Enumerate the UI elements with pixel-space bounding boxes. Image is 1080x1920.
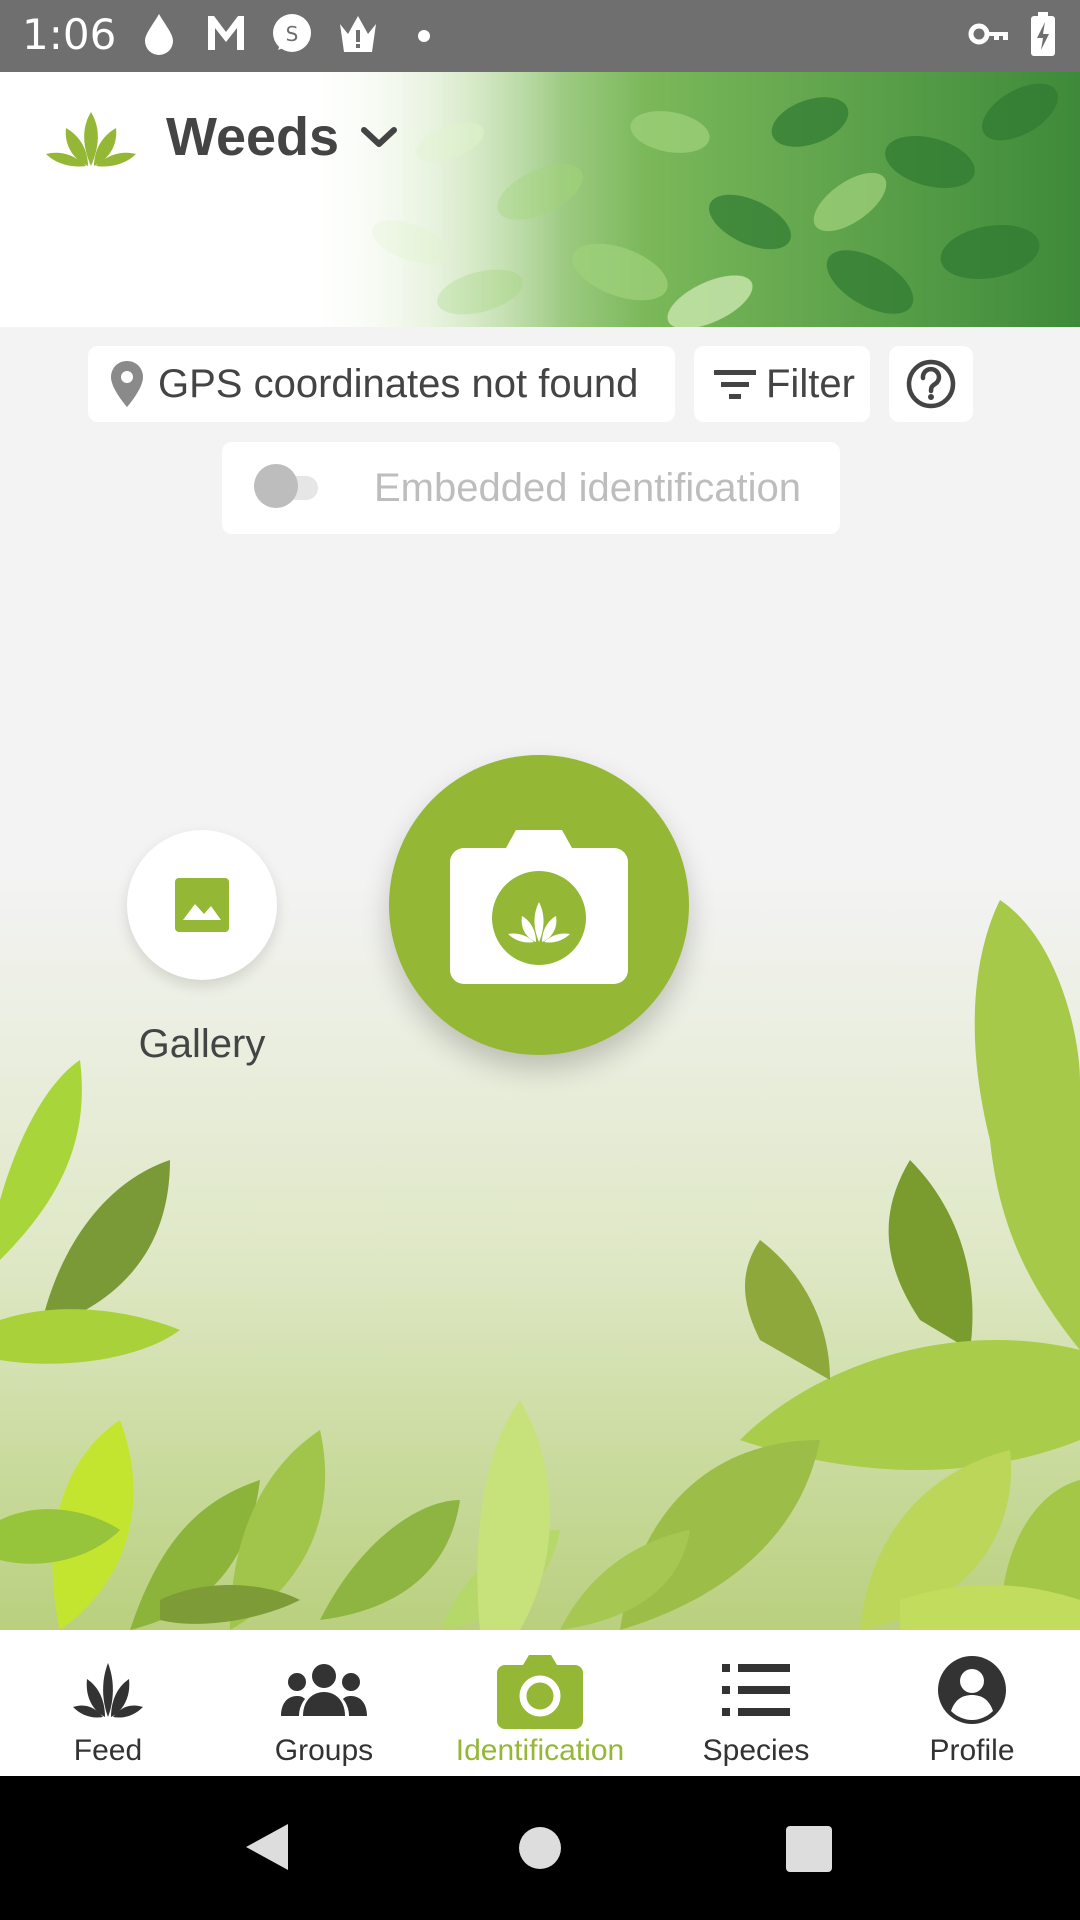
nav-label-species: Species xyxy=(702,1734,810,1767)
gps-status-text: GPS coordinates not found xyxy=(158,361,639,406)
gallery-label: Gallery xyxy=(138,1022,266,1066)
embedded-identification-toggle-row[interactable]: Embedded identification xyxy=(222,442,840,534)
status-bar: 1:06 S xyxy=(0,0,1080,72)
page-title[interactable]: Weeds xyxy=(166,106,339,168)
nav-label-identification: Identification xyxy=(455,1734,625,1767)
dot-icon xyxy=(418,30,430,42)
gps-location-chip[interactable]: GPS coordinates not found xyxy=(88,346,675,422)
nav-item-groups[interactable]: Groups xyxy=(216,1630,432,1776)
gmail-icon xyxy=(208,16,244,50)
camera-plant-icon xyxy=(450,830,628,984)
filter-button[interactable]: Filter xyxy=(694,346,870,422)
location-pin-icon xyxy=(111,361,143,407)
vpn-key-icon xyxy=(968,23,1008,45)
image-icon xyxy=(175,878,229,932)
system-navigation-bar xyxy=(0,1776,1080,1920)
nav-item-profile[interactable]: Profile xyxy=(864,1630,1080,1776)
filter-icon xyxy=(714,370,756,399)
gallery-button[interactable] xyxy=(127,830,277,980)
chevron-down-icon[interactable] xyxy=(358,122,400,152)
weeds-banner-image xyxy=(290,72,1080,327)
plant-logo-icon xyxy=(46,112,136,167)
embedded-identification-switch[interactable] xyxy=(254,464,322,508)
bottom-navigation: Feed Groups Identification Species Profi… xyxy=(0,1630,1080,1776)
groups-icon xyxy=(281,1664,367,1716)
crown-alert-icon xyxy=(340,16,376,52)
nav-label-groups: Groups xyxy=(274,1734,374,1767)
nav-item-feed[interactable]: Feed xyxy=(0,1630,216,1776)
home-icon[interactable] xyxy=(518,1826,562,1870)
plant-sprout-icon xyxy=(73,1663,143,1718)
nav-item-identification[interactable]: Identification xyxy=(432,1630,648,1776)
nav-label-profile: Profile xyxy=(929,1734,1015,1767)
header: Weeds xyxy=(0,72,1080,327)
switch-knob xyxy=(254,464,298,508)
back-icon[interactable] xyxy=(244,1822,290,1872)
status-time: 1:06 xyxy=(22,10,117,59)
nav-item-species[interactable]: Species xyxy=(648,1630,864,1776)
camera-identify-button[interactable] xyxy=(389,755,689,1055)
recents-icon[interactable] xyxy=(786,1826,832,1872)
list-icon xyxy=(722,1664,790,1716)
nav-label-feed: Feed xyxy=(73,1734,143,1767)
messenger-icon: S xyxy=(273,14,311,52)
svg-text:S: S xyxy=(286,22,299,46)
drop-icon xyxy=(145,14,173,55)
battery-charging-icon xyxy=(1031,12,1055,56)
account-circle-icon xyxy=(938,1656,1006,1724)
filter-label: Filter xyxy=(766,361,855,406)
camera-icon xyxy=(497,1655,583,1729)
embedded-identification-label: Embedded identification xyxy=(374,466,801,510)
help-button[interactable] xyxy=(889,346,973,422)
help-circle-icon xyxy=(906,359,956,409)
